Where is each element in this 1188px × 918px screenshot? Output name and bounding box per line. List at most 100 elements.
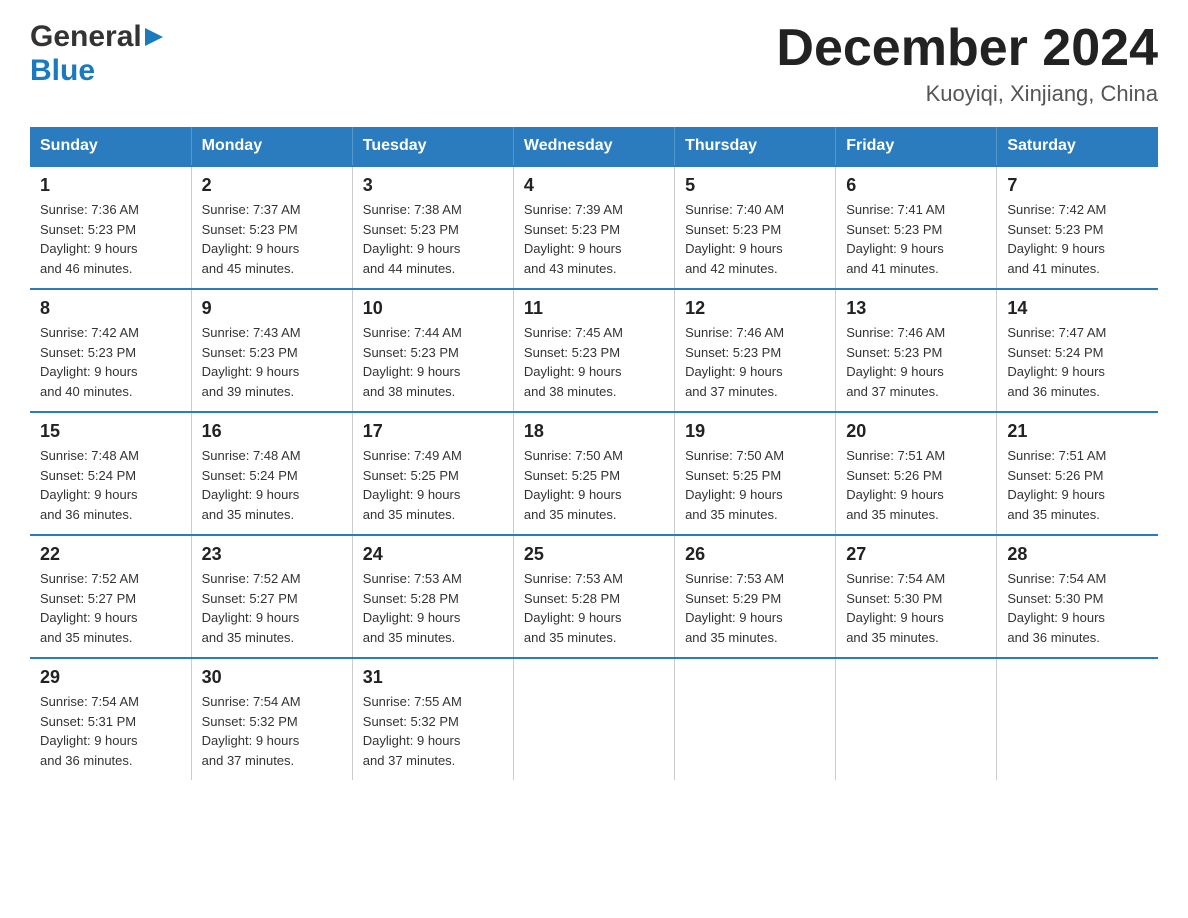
calendar-cell: 1 Sunrise: 7:36 AM Sunset: 5:23 PM Dayli… [30,166,191,289]
location: Kuoyiqi, Xinjiang, China [776,81,1158,107]
day-info: Sunrise: 7:51 AM Sunset: 5:26 PM Dayligh… [846,446,986,524]
day-info: Sunrise: 7:53 AM Sunset: 5:28 PM Dayligh… [524,569,664,647]
day-info: Sunrise: 7:46 AM Sunset: 5:23 PM Dayligh… [846,323,986,401]
calendar-cell: 6 Sunrise: 7:41 AM Sunset: 5:23 PM Dayli… [836,166,997,289]
day-info: Sunrise: 7:54 AM Sunset: 5:32 PM Dayligh… [202,692,342,770]
page-header: General Blue December 2024 Kuoyiqi, Xinj… [30,20,1158,107]
calendar-cell: 15 Sunrise: 7:48 AM Sunset: 5:24 PM Dayl… [30,412,191,535]
day-info: Sunrise: 7:43 AM Sunset: 5:23 PM Dayligh… [202,323,342,401]
day-number: 6 [846,175,986,196]
day-number: 10 [363,298,503,319]
day-info: Sunrise: 7:38 AM Sunset: 5:23 PM Dayligh… [363,200,503,278]
day-number: 20 [846,421,986,442]
calendar-table: SundayMondayTuesdayWednesdayThursdayFrid… [30,127,1158,780]
calendar-cell: 24 Sunrise: 7:53 AM Sunset: 5:28 PM Dayl… [352,535,513,658]
day-number: 19 [685,421,825,442]
calendar-cell: 13 Sunrise: 7:46 AM Sunset: 5:23 PM Dayl… [836,289,997,412]
day-number: 8 [40,298,181,319]
logo: General Blue [30,20,163,88]
calendar-header-row: SundayMondayTuesdayWednesdayThursdayFrid… [30,127,1158,166]
day-number: 24 [363,544,503,565]
logo-blue-text: Blue [30,54,95,87]
calendar-cell: 29 Sunrise: 7:54 AM Sunset: 5:31 PM Dayl… [30,658,191,780]
day-info: Sunrise: 7:40 AM Sunset: 5:23 PM Dayligh… [685,200,825,278]
day-info: Sunrise: 7:52 AM Sunset: 5:27 PM Dayligh… [202,569,342,647]
calendar-cell: 22 Sunrise: 7:52 AM Sunset: 5:27 PM Dayl… [30,535,191,658]
calendar-cell [997,658,1158,780]
calendar-cell: 7 Sunrise: 7:42 AM Sunset: 5:23 PM Dayli… [997,166,1158,289]
day-number: 22 [40,544,181,565]
calendar-cell: 30 Sunrise: 7:54 AM Sunset: 5:32 PM Dayl… [191,658,352,780]
header-friday: Friday [836,127,997,166]
day-number: 11 [524,298,664,319]
calendar-cell: 9 Sunrise: 7:43 AM Sunset: 5:23 PM Dayli… [191,289,352,412]
calendar-week-3: 15 Sunrise: 7:48 AM Sunset: 5:24 PM Dayl… [30,412,1158,535]
calendar-cell [836,658,997,780]
day-info: Sunrise: 7:36 AM Sunset: 5:23 PM Dayligh… [40,200,181,278]
day-number: 29 [40,667,181,688]
day-number: 23 [202,544,342,565]
day-info: Sunrise: 7:48 AM Sunset: 5:24 PM Dayligh… [40,446,181,524]
day-info: Sunrise: 7:49 AM Sunset: 5:25 PM Dayligh… [363,446,503,524]
day-info: Sunrise: 7:53 AM Sunset: 5:28 PM Dayligh… [363,569,503,647]
calendar-cell: 21 Sunrise: 7:51 AM Sunset: 5:26 PM Dayl… [997,412,1158,535]
calendar-week-4: 22 Sunrise: 7:52 AM Sunset: 5:27 PM Dayl… [30,535,1158,658]
day-number: 21 [1007,421,1148,442]
day-info: Sunrise: 7:54 AM Sunset: 5:30 PM Dayligh… [846,569,986,647]
day-number: 12 [685,298,825,319]
day-info: Sunrise: 7:42 AM Sunset: 5:23 PM Dayligh… [1007,200,1148,278]
calendar-week-5: 29 Sunrise: 7:54 AM Sunset: 5:31 PM Dayl… [30,658,1158,780]
day-info: Sunrise: 7:42 AM Sunset: 5:23 PM Dayligh… [40,323,181,401]
day-info: Sunrise: 7:55 AM Sunset: 5:32 PM Dayligh… [363,692,503,770]
calendar-week-1: 1 Sunrise: 7:36 AM Sunset: 5:23 PM Dayli… [30,166,1158,289]
day-number: 4 [524,175,664,196]
day-info: Sunrise: 7:48 AM Sunset: 5:24 PM Dayligh… [202,446,342,524]
day-number: 5 [685,175,825,196]
day-info: Sunrise: 7:41 AM Sunset: 5:23 PM Dayligh… [846,200,986,278]
day-number: 1 [40,175,181,196]
calendar-week-2: 8 Sunrise: 7:42 AM Sunset: 5:23 PM Dayli… [30,289,1158,412]
day-info: Sunrise: 7:50 AM Sunset: 5:25 PM Dayligh… [524,446,664,524]
day-number: 9 [202,298,342,319]
day-info: Sunrise: 7:53 AM Sunset: 5:29 PM Dayligh… [685,569,825,647]
day-info: Sunrise: 7:46 AM Sunset: 5:23 PM Dayligh… [685,323,825,401]
calendar-cell: 16 Sunrise: 7:48 AM Sunset: 5:24 PM Dayl… [191,412,352,535]
calendar-cell: 11 Sunrise: 7:45 AM Sunset: 5:23 PM Dayl… [513,289,674,412]
day-info: Sunrise: 7:45 AM Sunset: 5:23 PM Dayligh… [524,323,664,401]
day-info: Sunrise: 7:47 AM Sunset: 5:24 PM Dayligh… [1007,323,1148,401]
calendar-cell: 31 Sunrise: 7:55 AM Sunset: 5:32 PM Dayl… [352,658,513,780]
day-number: 3 [363,175,503,196]
calendar-cell: 4 Sunrise: 7:39 AM Sunset: 5:23 PM Dayli… [513,166,674,289]
calendar-cell: 26 Sunrise: 7:53 AM Sunset: 5:29 PM Dayl… [675,535,836,658]
calendar-cell: 18 Sunrise: 7:50 AM Sunset: 5:25 PM Dayl… [513,412,674,535]
day-info: Sunrise: 7:54 AM Sunset: 5:31 PM Dayligh… [40,692,181,770]
calendar-cell: 5 Sunrise: 7:40 AM Sunset: 5:23 PM Dayli… [675,166,836,289]
day-number: 27 [846,544,986,565]
day-info: Sunrise: 7:54 AM Sunset: 5:30 PM Dayligh… [1007,569,1148,647]
day-number: 30 [202,667,342,688]
calendar-cell: 27 Sunrise: 7:54 AM Sunset: 5:30 PM Dayl… [836,535,997,658]
day-number: 2 [202,175,342,196]
calendar-cell: 23 Sunrise: 7:52 AM Sunset: 5:27 PM Dayl… [191,535,352,658]
day-info: Sunrise: 7:50 AM Sunset: 5:25 PM Dayligh… [685,446,825,524]
day-number: 28 [1007,544,1148,565]
day-number: 31 [363,667,503,688]
calendar-cell: 17 Sunrise: 7:49 AM Sunset: 5:25 PM Dayl… [352,412,513,535]
calendar-cell: 19 Sunrise: 7:50 AM Sunset: 5:25 PM Dayl… [675,412,836,535]
calendar-cell: 14 Sunrise: 7:47 AM Sunset: 5:24 PM Dayl… [997,289,1158,412]
calendar-cell: 2 Sunrise: 7:37 AM Sunset: 5:23 PM Dayli… [191,166,352,289]
day-number: 13 [846,298,986,319]
calendar-cell: 12 Sunrise: 7:46 AM Sunset: 5:23 PM Dayl… [675,289,836,412]
day-info: Sunrise: 7:44 AM Sunset: 5:23 PM Dayligh… [363,323,503,401]
title-section: December 2024 Kuoyiqi, Xinjiang, China [776,20,1158,107]
day-number: 14 [1007,298,1148,319]
header-wednesday: Wednesday [513,127,674,166]
day-number: 15 [40,421,181,442]
calendar-cell: 28 Sunrise: 7:54 AM Sunset: 5:30 PM Dayl… [997,535,1158,658]
calendar-cell: 20 Sunrise: 7:51 AM Sunset: 5:26 PM Dayl… [836,412,997,535]
calendar-cell [675,658,836,780]
header-sunday: Sunday [30,127,191,166]
day-number: 17 [363,421,503,442]
day-info: Sunrise: 7:39 AM Sunset: 5:23 PM Dayligh… [524,200,664,278]
header-saturday: Saturday [997,127,1158,166]
